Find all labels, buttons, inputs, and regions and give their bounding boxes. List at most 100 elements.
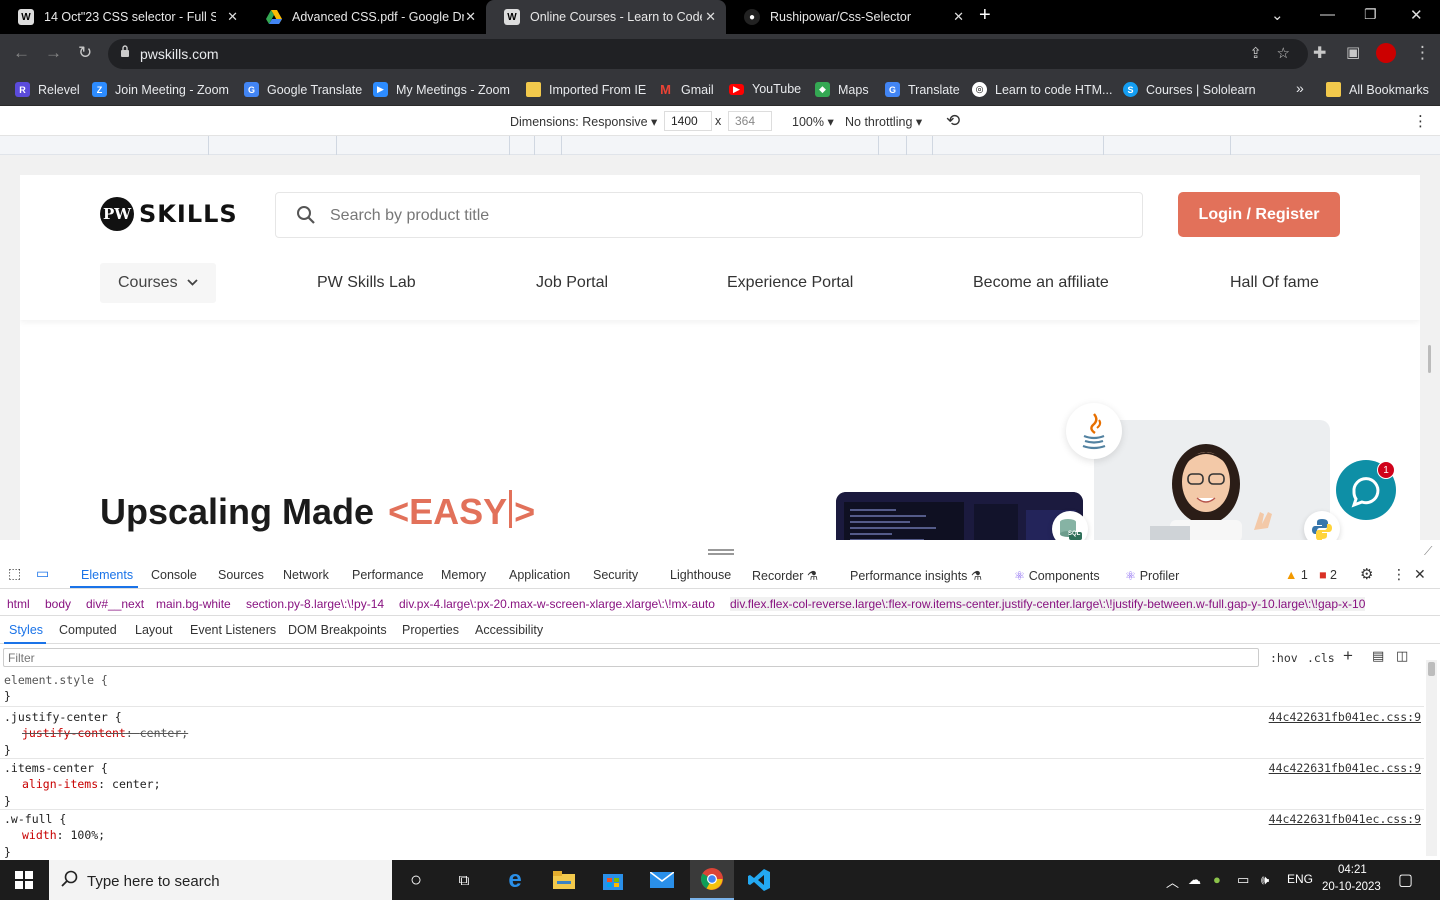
clock-time[interactable]: 04:21 xyxy=(1338,864,1367,876)
close-icon[interactable]: ✕ xyxy=(705,9,716,25)
profile-avatar[interactable] xyxy=(1376,43,1396,63)
nav-pw-skills-lab[interactable]: PW Skills Lab xyxy=(317,263,416,303)
mail-icon[interactable] xyxy=(649,867,675,893)
bookmark-folder-ie[interactable]: Imported From IE xyxy=(526,82,646,97)
bookmarks-overflow-button[interactable]: » xyxy=(1296,80,1304,96)
back-button[interactable]: ← xyxy=(13,43,30,63)
nav-experience-portal[interactable]: Experience Portal xyxy=(727,263,853,303)
breadcrumb-item[interactable]: div.px-4.large\:px-20.max-w-screen-xlarg… xyxy=(399,597,715,611)
css-rule[interactable]: .w-full { width: 100%; } 44c422631fb041e… xyxy=(4,811,1424,860)
inspect-element-icon[interactable]: ⬚ xyxy=(8,565,21,582)
menu-icon[interactable]: ⋮ xyxy=(1414,43,1431,63)
taskbar-search-input[interactable] xyxy=(87,871,377,891)
css-declaration[interactable]: align-items: center; xyxy=(4,776,1424,792)
subtab-event-listeners[interactable]: Event Listeners xyxy=(190,623,276,637)
bookmark-google-translate[interactable]: G Google Translate xyxy=(244,82,362,97)
devtools-menu-icon[interactable]: ⋮ xyxy=(1392,566,1406,583)
chrome-taskbar-icon[interactable] xyxy=(690,860,734,900)
tab-memory[interactable]: Memory xyxy=(441,568,486,582)
throttling-dropdown[interactable]: No throttling ▾ xyxy=(845,114,922,129)
onedrive-icon[interactable]: ☁ xyxy=(1188,872,1201,888)
breadcrumb-item[interactable]: div#__next xyxy=(86,597,144,611)
search-bar[interactable] xyxy=(275,192,1143,238)
tab-recorder[interactable]: Recorder ⚗ xyxy=(752,568,818,583)
tab-elements[interactable]: Elements xyxy=(81,568,133,582)
close-devtools-icon[interactable]: ✕ xyxy=(1414,566,1426,583)
url-text[interactable]: pwskills.com xyxy=(140,46,219,62)
nav-job-portal[interactable]: Job Portal xyxy=(536,263,608,303)
errors-counter[interactable]: ■ 2 xyxy=(1319,568,1337,582)
hov-toggle[interactable]: :hov xyxy=(1270,651,1298,665)
minimize-button[interactable]: — xyxy=(1320,6,1335,23)
vscode-icon[interactable] xyxy=(746,867,772,893)
tab-performance[interactable]: Performance xyxy=(352,568,424,582)
search-input[interactable] xyxy=(330,203,1110,229)
close-icon[interactable]: ✕ xyxy=(227,9,238,25)
tab-console[interactable]: Console xyxy=(151,568,197,582)
breadcrumb-item[interactable]: section.py-8.large\:\!py-14 xyxy=(246,597,384,611)
height-input[interactable] xyxy=(728,111,772,131)
file-explorer-icon[interactable] xyxy=(551,867,577,893)
address-bar[interactable]: pwskills.com ⇪ ☆ xyxy=(108,39,1308,69)
bookmark-sololearn[interactable]: S Courses | Sololearn xyxy=(1123,82,1256,97)
source-link[interactable]: 44c422631fb041ec.css:9 xyxy=(1269,709,1421,725)
close-icon[interactable]: ✕ xyxy=(465,9,476,25)
tab-application[interactable]: Application xyxy=(509,568,570,582)
windows-start-icon[interactable] xyxy=(11,867,37,893)
edge-icon[interactable]: e xyxy=(502,866,528,893)
breadcrumb-item-selected[interactable]: div.flex.flex-col-reverse.large\:flex-ro… xyxy=(730,597,1366,611)
bookmark-zoom-join[interactable]: Z Join Meeting - Zoom xyxy=(92,82,229,97)
warnings-counter[interactable]: ▲ 1 xyxy=(1285,568,1308,582)
tab-sources[interactable]: Sources xyxy=(218,568,264,582)
subtab-layout[interactable]: Layout xyxy=(135,623,173,637)
site-logo[interactable]: PW SKILLS xyxy=(100,197,238,231)
cortana-icon[interactable]: ○ xyxy=(403,867,429,893)
breadcrumb-item[interactable]: body xyxy=(45,597,71,611)
subtab-styles[interactable]: Styles xyxy=(9,623,43,637)
tab-search-icon[interactable]: ⌄ xyxy=(1271,6,1284,24)
side-panel-icon[interactable]: ▣ xyxy=(1346,43,1360,61)
tab-components[interactable]: ⚛ Components xyxy=(1014,568,1100,583)
devtools-splitter[interactable]: ⟋ xyxy=(0,540,1440,562)
login-register-button[interactable]: Login / Register xyxy=(1178,192,1340,237)
taskbar-search[interactable] xyxy=(49,860,392,900)
tab-security[interactable]: Security xyxy=(593,568,638,582)
nav-hall-of-fame[interactable]: Hall Of fame xyxy=(1230,263,1319,303)
subtab-properties[interactable]: Properties xyxy=(402,623,459,637)
clock-date[interactable]: 20-10-2023 xyxy=(1322,881,1381,893)
source-link[interactable]: 44c422631fb041ec.css:9 xyxy=(1269,760,1421,776)
device-toggle-icon[interactable]: ▭ xyxy=(36,565,49,582)
styles-filter-input[interactable] xyxy=(3,648,1259,667)
reload-button[interactable]: ↻ xyxy=(78,43,92,63)
css-declaration[interactable]: width: 100%; xyxy=(4,827,1424,843)
subtab-computed[interactable]: Computed xyxy=(59,623,117,637)
new-tab-button[interactable]: + xyxy=(979,4,991,27)
new-rule-icon[interactable]: + xyxy=(1343,646,1353,666)
source-link[interactable]: 44c422631fb041ec.css:9 xyxy=(1269,811,1421,827)
sidebar-toggle-icon[interactable]: ◫ xyxy=(1396,648,1408,664)
extensions-icon[interactable]: ✚ xyxy=(1313,43,1326,63)
css-rule[interactable]: .items-center { align-items: center; } 4… xyxy=(4,760,1424,809)
browser-tab[interactable]: ● Rushipowar/Css-Selector ✕ xyxy=(726,0,974,34)
browser-tab[interactable]: Advanced CSS.pdf - Google Drive ✕ xyxy=(248,0,486,34)
bookmark-gmail[interactable]: M Gmail xyxy=(658,82,714,97)
cls-toggle[interactable]: .cls xyxy=(1307,651,1335,665)
bookmark-maps[interactable]: ◆ Maps xyxy=(815,82,869,97)
restore-button[interactable]: ❐ xyxy=(1364,6,1377,23)
bookmark-translate[interactable]: G Translate xyxy=(885,82,960,97)
browser-tab[interactable]: W 14 Oct"23 CSS selector - Full Sta ✕ xyxy=(0,0,248,34)
tab-lighthouse[interactable]: Lighthouse xyxy=(670,568,731,582)
breadcrumb-item[interactable]: main.bg-white xyxy=(156,597,231,611)
media-query-bar[interactable] xyxy=(0,136,1440,155)
notifications-icon[interactable]: ▢ xyxy=(1398,870,1413,890)
all-bookmarks-button[interactable]: All Bookmarks xyxy=(1326,82,1429,97)
tab-network[interactable]: Network xyxy=(283,568,329,582)
dimensions-dropdown[interactable]: Dimensions: Responsive ▾ xyxy=(510,114,657,129)
bookmark-youtube[interactable]: ▶ YouTube xyxy=(729,82,801,96)
subtab-dom-breakpoints[interactable]: DOM Breakpoints xyxy=(288,623,387,637)
css-declaration[interactable]: justify-content: center; xyxy=(4,725,1424,741)
device-menu-icon[interactable]: ⋮ xyxy=(1413,112,1428,130)
tray-overflow-icon[interactable]: ︿ xyxy=(1166,872,1179,891)
store-icon[interactable] xyxy=(600,867,626,893)
close-icon[interactable]: ✕ xyxy=(953,9,964,25)
